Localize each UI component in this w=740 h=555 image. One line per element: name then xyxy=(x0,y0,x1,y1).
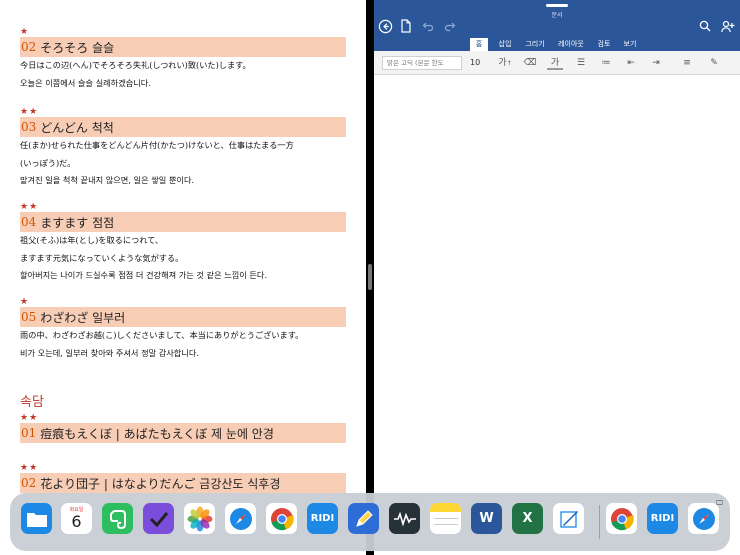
chrome-app-icon[interactable] xyxy=(266,503,297,534)
vocab-entry: ★★ 04 ますます 점점 祖父(そふ)は年(とし)を取るにつれて、 ますます元… xyxy=(20,202,346,285)
vocab-heading: 04 ますます 점점 xyxy=(20,212,346,232)
pencil-app-icon[interactable] xyxy=(348,503,379,534)
vocab-entry: ★ 02 そろそろ 슬슬 今日はこの辺(へん)でそろそろ失礼(しつれい)致(いた… xyxy=(20,27,346,92)
ridibooks-app-icon[interactable]: RIDI xyxy=(307,503,338,534)
search-icon[interactable] xyxy=(696,17,714,35)
proverb-heading: 02 花より団子 | はなよりだんご 금강산도 식후경 xyxy=(20,473,346,493)
tab-draw[interactable]: 그리기 xyxy=(522,38,548,51)
font-name-field[interactable]: 맑은 고딕 (본문 한도 xyxy=(382,56,462,70)
example-korean: 할아버지는 나이가 드실수록 점점 더 건강해져 가는 것 같은 느낌이 든다. xyxy=(20,270,268,280)
difficulty-stars: ★★ xyxy=(20,413,39,423)
app-dock: 화요일 6 RIDI W X RIDI 🖵 xyxy=(10,493,730,551)
example-japanese: 今日はこの辺(へん)でそろそろ失礼(しつれい)致(いた)します。 xyxy=(20,60,251,70)
excel-app-icon[interactable]: X xyxy=(512,503,543,534)
split-view-handle[interactable] xyxy=(368,264,372,290)
font-size-field[interactable]: 10 xyxy=(470,56,480,70)
notes-line xyxy=(433,524,458,525)
calendar-app-icon[interactable]: 화요일 6 xyxy=(61,503,92,534)
entry-title: ますます 점점 xyxy=(40,215,115,230)
document-canvas[interactable] xyxy=(374,76,740,555)
proverb-entry: ★★ 02 花より団子 | はなよりだんご 금강산도 식후경 xyxy=(20,463,346,493)
example-japanese: 雨の中、わざわざお越(こ)しくださいまして、本当にありがとうございます。 xyxy=(20,330,304,340)
paragraph-align-icon[interactable]: ≡ xyxy=(679,56,695,70)
tab-layout[interactable]: 레이아웃 xyxy=(554,38,588,51)
example-japanese: 祖父(そふ)は年(とし)を取るにつれて、 xyxy=(20,235,164,245)
omnifocus-app-icon[interactable] xyxy=(143,503,174,534)
proverb-heading: 01 痘痕もえくぼ | あばたもえくぼ 제 눈에 안경 xyxy=(20,423,346,443)
font-size-grow-icon[interactable]: 가↑ xyxy=(497,56,513,70)
notes-header-strip xyxy=(430,503,461,512)
evernote-app-icon[interactable] xyxy=(102,503,133,534)
example-japanese: ますます元気になっていくような気がする。 xyxy=(20,252,184,263)
files-app-icon[interactable] xyxy=(21,503,52,534)
example-korean: 오늘은 이쯤에서 슬슬 실례하겠습니다. xyxy=(20,77,151,88)
word-app-pane[interactable]: 문서 홈 삽입 그리기 레이아웃 검토 보기 맑은 고딕 (본문 한도 10 가… xyxy=(374,0,740,555)
chrome-recent-app-icon[interactable] xyxy=(606,503,637,534)
example-japanese: 任(まか)せられた仕事をどんどん片付(かたつ)けないと、仕事はたまる一方 xyxy=(20,140,294,150)
entry-title: そろそろ 슬슬 xyxy=(40,40,115,55)
difficulty-stars: ★ xyxy=(20,27,30,37)
increase-indent-icon[interactable]: ⇥ xyxy=(648,56,664,70)
noteshelf-app-icon[interactable] xyxy=(553,503,584,534)
desktop-badge-icon: 🖵 xyxy=(716,499,723,507)
word-title-bar: 문서 홈 삽입 그리기 레이아웃 검토 보기 xyxy=(374,0,740,51)
vocab-heading: 05 わざわざ 일부러 xyxy=(20,307,346,327)
entry-number: 02 xyxy=(21,476,37,490)
example-japanese: (いっぽう)だ。 xyxy=(20,157,76,168)
example-korean: 비가 오는데, 일부러 찾아와 주셔서 정말 감사합니다. xyxy=(20,347,200,358)
safari-app-icon[interactable] xyxy=(225,503,256,534)
redo-icon[interactable] xyxy=(441,17,459,35)
file-icon[interactable] xyxy=(397,17,415,35)
proverb-entry: ★★ 01 痘痕もえくぼ | あばたもえくぼ 제 눈에 안경 xyxy=(20,413,346,443)
difficulty-stars: ★★ xyxy=(20,202,39,212)
font-color-icon[interactable]: 가 xyxy=(547,56,563,70)
tab-insert[interactable]: 삽입 xyxy=(494,38,516,51)
notes-line xyxy=(433,518,458,519)
tab-home[interactable]: 홈 xyxy=(470,38,488,51)
entry-title: 痘痕もえくぼ | あばたもえくぼ 제 눈에 안경 xyxy=(40,426,274,441)
difficulty-stars: ★ xyxy=(20,297,30,307)
photos-app-icon[interactable] xyxy=(184,503,215,534)
difficulty-stars: ★★ xyxy=(20,463,39,473)
styles-icon[interactable]: ✎ xyxy=(706,56,722,70)
entry-title: 花より団子 | はなよりだんご 금강산도 식후경 xyxy=(40,476,281,491)
numbered-list-icon[interactable]: ≔ xyxy=(598,56,614,70)
dock-separator xyxy=(599,505,600,539)
ribbon-tabs: 홈 삽입 그리기 레이아웃 검토 보기 xyxy=(374,38,740,51)
window-grab-handle[interactable] xyxy=(546,4,568,7)
undo-icon[interactable] xyxy=(419,17,437,35)
tab-view[interactable]: 보기 xyxy=(620,38,640,51)
entry-title: わざわざ 일부러 xyxy=(40,310,126,325)
entry-number: 02 xyxy=(21,40,37,54)
vocab-entry: ★ 05 わざわざ 일부러 雨の中、わざわざお越(こ)しくださいまして、本当にあ… xyxy=(20,297,346,362)
entry-title: どんどん 척척 xyxy=(40,120,114,135)
bullet-list-icon[interactable]: ☰ xyxy=(573,56,589,70)
vocab-heading: 02 そろそろ 슬슬 xyxy=(20,37,346,57)
ridibooks-recent-app-icon[interactable]: RIDI xyxy=(647,503,678,534)
word-app-icon[interactable]: W xyxy=(471,503,502,534)
difficulty-stars: ★★ xyxy=(20,107,39,117)
calendar-date: 6 xyxy=(71,512,82,531)
entry-number: 01 xyxy=(21,426,37,440)
notes-app-icon[interactable] xyxy=(430,503,461,534)
ebook-reader-pane[interactable]: ★ 02 そろそろ 슬슬 今日はこの辺(へん)でそろそろ失礼(しつれい)致(いた… xyxy=(0,0,366,555)
share-add-person-icon[interactable] xyxy=(719,17,737,35)
home-ribbon: 맑은 고딕 (본문 한도 10 가↑ ⌫ 가 ☰ ≔ ⇤ ⇥ ≡ ✎ xyxy=(374,51,740,75)
example-korean: 맡겨진 일을 척척 끝내지 않으면, 일은 쌓일 뿐이다. xyxy=(20,175,195,185)
tab-review[interactable]: 검토 xyxy=(594,38,614,51)
voice-memos-app-icon[interactable] xyxy=(389,503,420,534)
eraser-icon[interactable]: ⌫ xyxy=(522,56,538,70)
vocab-heading: 03 どんどん 척척 xyxy=(20,117,346,137)
vocab-entry: ★★ 03 どんどん 척척 任(まか)せられた仕事をどんどん片付(かたつ)けない… xyxy=(20,107,346,190)
section-title: 속담 xyxy=(20,395,44,410)
entry-number: 04 xyxy=(21,215,37,229)
back-icon[interactable] xyxy=(376,17,394,35)
decrease-indent-icon[interactable]: ⇤ xyxy=(623,56,639,70)
entry-number: 03 xyxy=(21,120,37,134)
entry-number: 05 xyxy=(21,310,37,324)
safari-recent-app-icon[interactable] xyxy=(688,503,719,534)
